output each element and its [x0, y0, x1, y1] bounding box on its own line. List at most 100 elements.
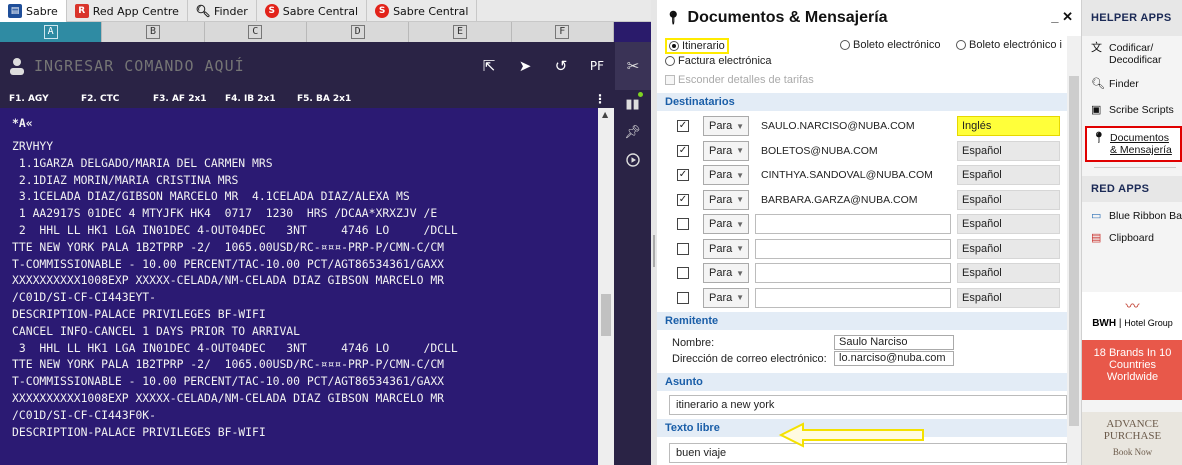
recipient-email-input[interactable]: [755, 238, 951, 259]
panel-scrollbar[interactable]: [1067, 36, 1081, 465]
helper-item-finder[interactable]: 🔍︎ Finder: [1082, 74, 1182, 94]
sender-email-input[interactable]: lo.narciso@nuba.com: [834, 351, 954, 366]
fkey-f1[interactable]: F1. AGY: [0, 94, 72, 104]
scrollbar-thumb[interactable]: [1069, 76, 1079, 426]
recipient-email-input[interactable]: CINTHYA.SANDOVAL@NUBA.COM: [755, 165, 951, 185]
recipient-email-input[interactable]: [755, 214, 951, 234]
area-a[interactable]: A: [0, 22, 103, 42]
recipient-row: ✓ Para ▼ BOLETOS@NUBA.COM Español: [677, 140, 1067, 162]
recipient-row: Para ▼ Español: [677, 238, 1067, 260]
recipient-email-input[interactable]: [755, 287, 951, 308]
advance-purchase-ad[interactable]: ADVANCE PURCHASE Book Now: [1082, 412, 1182, 465]
area-label: F: [555, 25, 570, 39]
recipient-mode-select[interactable]: Para ▼: [703, 189, 749, 210]
terminal-line: ZRVHYY: [12, 139, 54, 153]
tab-sabre[interactable]: ▤ Sabre: [0, 0, 67, 22]
terminal-line: 3 HHL LL HK1 LGA IN01DEC 4-OUT04DEC 3NT …: [12, 340, 458, 355]
recipient-mode-select[interactable]: Para ▼: [703, 214, 749, 234]
recipient-checkbox[interactable]: ✓: [677, 169, 689, 181]
ad-line: Book Now: [1112, 447, 1153, 457]
fkey-f2[interactable]: F2. CTC: [72, 94, 144, 104]
sender-name-input[interactable]: Saulo Narciso: [834, 335, 954, 350]
tab-sabre-central-1[interactable]: S Sabre Central: [257, 0, 368, 22]
expand-icon[interactable]: ⇱: [471, 42, 507, 90]
tab-sabre-central-2[interactable]: S Sabre Central: [367, 0, 478, 22]
command-bar: ⇱ ➤ ↺ PF ✂: [0, 42, 651, 90]
pf-keys-button[interactable]: PF: [579, 42, 615, 90]
recipient-email-input[interactable]: SAULO.NARCISO@NUBA.COM: [755, 116, 951, 136]
bwh-ad-banner[interactable]: 18 Brands In 10 Countries Worldwide: [1082, 340, 1182, 400]
radio-label: Itinerario: [682, 40, 725, 52]
history-icon[interactable]: ↺: [543, 42, 579, 90]
recipient-checkbox[interactable]: [677, 291, 689, 304]
helper-item-codificar[interactable]: 文 Codificar/ Decodificar: [1082, 38, 1182, 70]
bwh-ad-logo[interactable]: 〰 BWH | Hotel Group: [1082, 292, 1182, 340]
area-c[interactable]: C: [205, 22, 307, 42]
area-d[interactable]: D: [307, 22, 410, 42]
close-icon[interactable]: ✕: [1062, 9, 1073, 24]
recipient-email-input[interactable]: BOLETOS@NUBA.COM: [755, 140, 951, 161]
translate-icon: 文: [1091, 42, 1102, 54]
red-app-blue-ribbon[interactable]: ▭ Blue Ribbon Bag: [1082, 206, 1182, 226]
recipient-language-select[interactable]: Español: [957, 189, 1060, 210]
radio-eticket[interactable]: Boleto electrónico: [840, 39, 940, 51]
fkey-f5[interactable]: F5. BA 2x1: [288, 94, 360, 104]
section-recipients: Destinatarios: [657, 93, 1067, 111]
minimize-icon[interactable]: _: [1051, 9, 1058, 24]
recipient-checkbox[interactable]: [677, 242, 689, 255]
radio-invoice[interactable]: Factura electrónica: [665, 55, 772, 67]
send-icon[interactable]: ➤: [507, 42, 543, 90]
recipient-language-select[interactable]: Español: [957, 214, 1060, 234]
user-icon[interactable]: [0, 57, 34, 75]
command-input[interactable]: [34, 42, 471, 90]
scrollbar-thumb[interactable]: [601, 294, 611, 336]
recipient-mode-select[interactable]: Para ▼: [703, 140, 749, 161]
radio-itinerary[interactable]: Itinerario: [665, 38, 729, 54]
pin-tool-icon[interactable]: 📌︎: [614, 118, 651, 146]
red-app-clipboard[interactable]: ▤ Clipboard: [1082, 228, 1182, 248]
recipient-language-select[interactable]: Español: [957, 287, 1060, 308]
recipient-checkbox[interactable]: ✓: [677, 144, 689, 157]
hide-fares-checkbox[interactable]: Esconder detalles de tarifas: [665, 74, 814, 86]
recipient-language-select[interactable]: Español: [957, 238, 1060, 259]
more-options-icon[interactable]: ⋮: [594, 92, 606, 106]
fkey-f4[interactable]: F4. IB 2x1: [216, 94, 288, 104]
area-e[interactable]: E: [409, 22, 512, 42]
area-label: D: [350, 25, 365, 39]
radio-label: Boleto electrónico i: [969, 39, 1062, 51]
tab-finder[interactable]: 🔍︎ Finder: [188, 0, 257, 22]
play-icon[interactable]: [614, 146, 651, 174]
recipient-email-input[interactable]: [755, 263, 951, 283]
recipient-language-select[interactable]: Inglés: [957, 116, 1060, 136]
recipient-mode-select[interactable]: Para ▼: [703, 116, 749, 136]
recipient-checkbox[interactable]: [677, 218, 689, 230]
pin-icon: 📍︎: [1092, 132, 1106, 144]
area-b[interactable]: B: [102, 22, 205, 42]
recipient-language-select[interactable]: Español: [957, 140, 1060, 161]
tools-icon[interactable]: ✂: [615, 42, 651, 90]
terminal-scrollbar[interactable]: ▲: [598, 108, 614, 465]
recipient-language-select[interactable]: Español: [957, 263, 1060, 283]
section-sender: Remitente: [657, 312, 1067, 330]
graphic-mode-icon[interactable]: ▮▮: [614, 90, 651, 118]
recipient-mode-select[interactable]: Para ▼: [703, 238, 749, 259]
recipient-mode-select[interactable]: Para ▼: [703, 287, 749, 308]
sender-name-label: Nombre:: [672, 337, 715, 349]
helper-item-documentos[interactable]: 📍︎ Documentos & Mensajería: [1085, 126, 1182, 162]
recipient-mode-select[interactable]: Para ▼: [703, 165, 749, 185]
fkey-f3[interactable]: F3. AF 2x1: [144, 94, 216, 104]
recipient-language-select[interactable]: Español: [957, 165, 1060, 185]
scroll-up-icon[interactable]: ▲: [602, 110, 608, 119]
select-value: Para: [709, 193, 733, 206]
chevron-down-icon: ▼: [736, 293, 744, 302]
recipient-checkbox[interactable]: ✓: [677, 193, 689, 206]
recipient-checkbox[interactable]: [677, 267, 689, 279]
radio-eticket-i[interactable]: Boleto electrónico i: [956, 39, 1062, 51]
recipient-checkbox[interactable]: ✓: [677, 120, 689, 132]
subject-input[interactable]: itinerario a new york: [669, 395, 1067, 415]
recipient-email-input[interactable]: BARBARA.GARZA@NUBA.COM: [755, 189, 951, 210]
area-f[interactable]: F: [512, 22, 614, 42]
recipient-mode-select[interactable]: Para ▼: [703, 263, 749, 283]
tab-red-app-centre[interactable]: R Red App Centre: [67, 0, 188, 22]
helper-item-scribe[interactable]: ▣ Scribe Scripts: [1082, 100, 1182, 120]
